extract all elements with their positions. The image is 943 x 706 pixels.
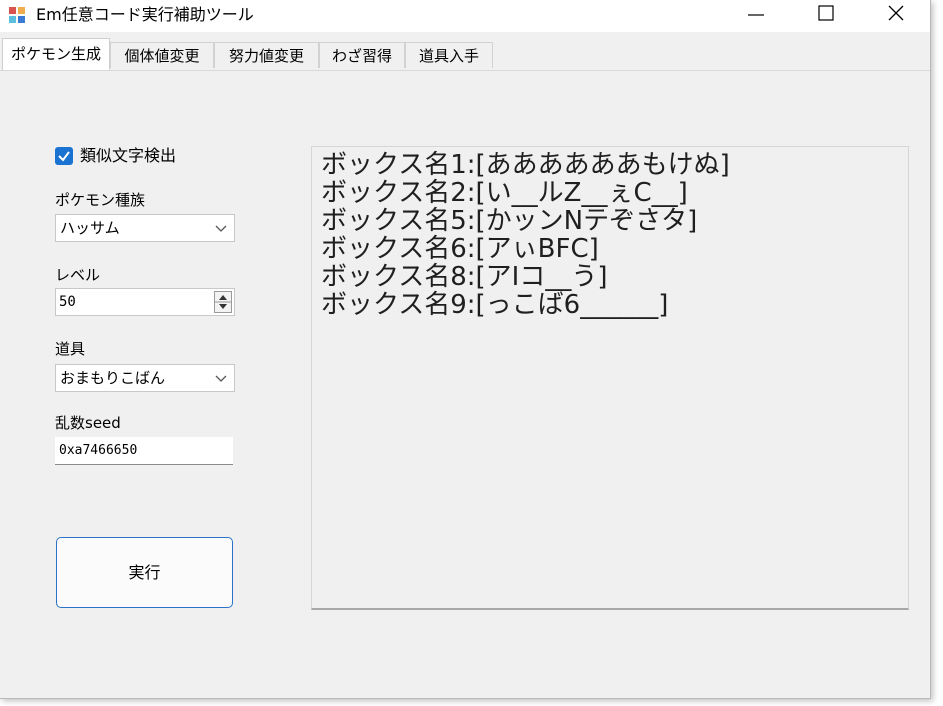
chevron-down-icon: [215, 375, 227, 382]
minimize-button[interactable]: [724, 0, 788, 32]
tab-strip: ポケモン生成 個体値変更 努力値変更 わざ習得 道具入手: [0, 38, 930, 71]
close-button[interactable]: [864, 0, 928, 32]
item-dropdown[interactable]: おまもりこばん: [55, 364, 235, 392]
output-panel: ボックス名1:[ああああああもけぬ] ボックス名2:[い__ルZ__ぇC__] …: [311, 146, 909, 610]
output-line: ボックス名1:[ああああああもけぬ]: [321, 150, 730, 180]
output-line: ボックス名6:[アぃBFC]: [321, 234, 599, 264]
level-value: 50: [59, 294, 76, 310]
title-bar: Em任意コード実行補助ツール: [0, 0, 930, 32]
tab-learn-move[interactable]: わざ習得: [319, 42, 405, 68]
seed-label: 乱数seed: [55, 414, 121, 432]
run-button[interactable]: 実行: [56, 537, 233, 608]
seed-value: 0xa7466650: [59, 443, 138, 458]
output-line: ボックス名2:[い__ルZ__ぇC__]: [321, 178, 688, 208]
level-stepper[interactable]: 50: [55, 288, 235, 316]
tab-get-item[interactable]: 道具入手: [405, 42, 493, 68]
species-label: ポケモン種族: [55, 191, 146, 209]
output-line: ボックス名9:[っこば6______]: [321, 290, 669, 320]
output-line: ボックス名5:[かッンNテぞさタ]: [321, 206, 698, 236]
species-dropdown[interactable]: ハッサム: [55, 214, 235, 242]
spin-buttons[interactable]: [214, 291, 232, 313]
app-icon: [9, 7, 25, 23]
species-value: ハッサム: [60, 219, 120, 237]
window-title: Em任意コード実行補助ツール: [36, 5, 254, 24]
seed-input[interactable]: 0xa7466650: [55, 437, 233, 465]
similar-char-label: 類似文字検出: [80, 146, 177, 165]
level-label: レベル: [55, 266, 101, 284]
maximize-button[interactable]: [794, 0, 858, 32]
checkbox-box[interactable]: [55, 147, 73, 165]
tab-pokemon-generate[interactable]: ポケモン生成: [2, 38, 110, 70]
item-value: おまもりこばん: [60, 369, 166, 387]
item-label: 道具: [55, 340, 86, 358]
close-icon: [888, 5, 904, 21]
minimize-icon: [748, 14, 764, 16]
tab-ev-change[interactable]: 努力値変更: [214, 42, 319, 68]
tab-iv-change[interactable]: 個体値変更: [110, 42, 214, 68]
spin-arrows-icon: [215, 295, 231, 309]
chevron-down-icon: [215, 225, 227, 232]
maximize-icon: [818, 5, 834, 21]
output-line: ボックス名8:[アIコ__う]: [321, 262, 608, 292]
check-icon: [58, 151, 70, 162]
app-window: Em任意コード実行補助ツール ポケモン生成 個体値変更 努力値変更 わざ習得 道…: [0, 0, 931, 699]
